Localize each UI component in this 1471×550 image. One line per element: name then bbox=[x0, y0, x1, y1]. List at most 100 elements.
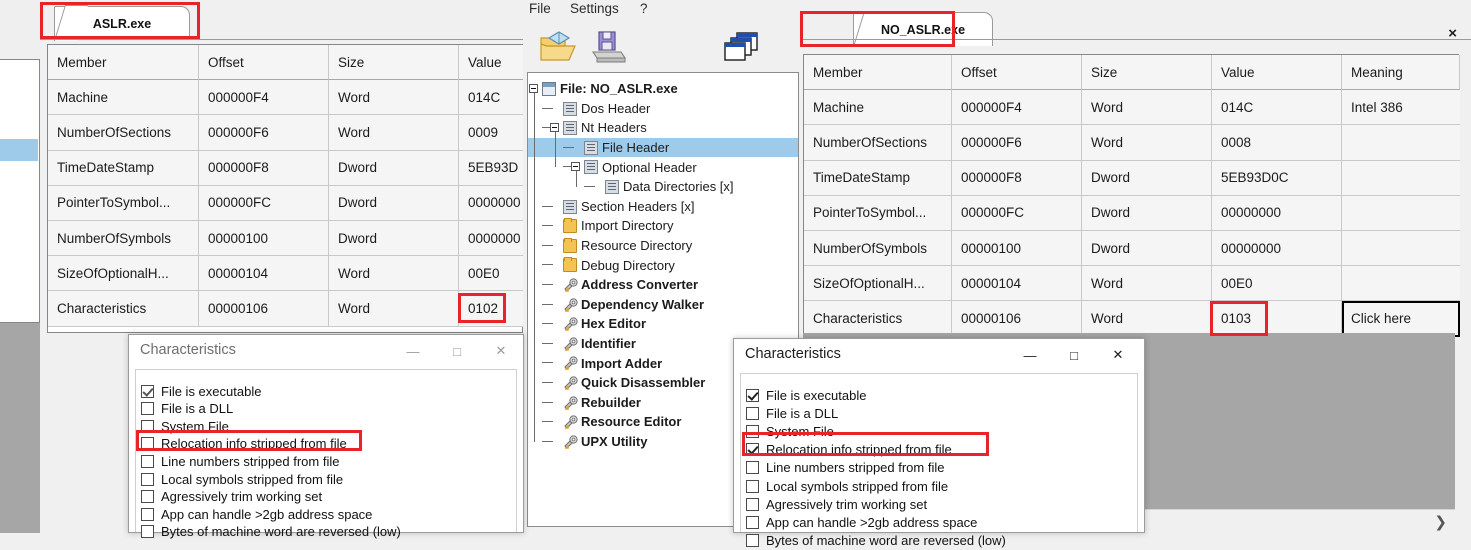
checkbox-row[interactable]: File is a DLL bbox=[746, 404, 838, 422]
table-row[interactable]: SizeOfOptionalH... 00000104 Word 00E0 bbox=[804, 266, 1460, 302]
left-table-cell-member[interactable]: Machine bbox=[48, 80, 199, 116]
table-row[interactable]: Machine 000000F4 Word 014C bbox=[48, 80, 524, 116]
table-row[interactable]: TimeDateStamp 000000F8 Dword 5EB93D0C bbox=[804, 160, 1460, 196]
right-table-col-header[interactable]: Offset bbox=[952, 55, 1082, 91]
table-row[interactable]: NumberOfSymbols 00000100 Dword 00000000 bbox=[804, 231, 1460, 267]
right-table-cell-offset[interactable]: 000000F8 bbox=[952, 160, 1082, 196]
menu-file[interactable]: File bbox=[529, 1, 551, 16]
left-table-cell-offset[interactable]: 00000104 bbox=[199, 256, 329, 292]
tree-item-dos-header[interactable]: Dos Header bbox=[528, 99, 798, 119]
right-table-cell-size[interactable]: Word bbox=[1082, 301, 1212, 337]
left-partial-tree-panel[interactable] bbox=[0, 59, 40, 323]
left-table-cell-member[interactable]: SizeOfOptionalH... bbox=[48, 256, 199, 292]
left-table-col-header[interactable]: Offset bbox=[199, 45, 329, 81]
table-row[interactable]: NumberOfSymbols 00000100 Dword 0000000 bbox=[48, 221, 524, 257]
left-table-cell-value[interactable]: 0000000 bbox=[459, 185, 524, 221]
checkbox-unchecked-icon[interactable] bbox=[141, 472, 154, 486]
menu-help[interactable]: ? bbox=[640, 1, 648, 16]
checkbox-unchecked-icon[interactable] bbox=[746, 406, 759, 420]
table-row[interactable]: NumberOfSections 000000F6 Word 0008 bbox=[804, 125, 1460, 161]
right-table-cell-member[interactable]: PointerToSymbol... bbox=[804, 195, 952, 231]
checkbox-row[interactable]: App can handle >2gb address space bbox=[746, 513, 977, 531]
checkbox-unchecked-icon[interactable] bbox=[141, 490, 154, 504]
table-row[interactable]: Machine 000000F4 Word 014C Intel 386 bbox=[804, 90, 1460, 126]
right-table-cell-size[interactable]: Dword bbox=[1082, 231, 1212, 267]
left-table-cell-value[interactable]: 0000000 bbox=[459, 221, 524, 257]
tree-item-nt-headers[interactable]: Nt Headers bbox=[528, 118, 798, 138]
right-table-cell-value[interactable]: 014C bbox=[1212, 90, 1342, 126]
tree-item-hex-editor[interactable]: Hex Editor bbox=[528, 314, 798, 334]
checkbox-row[interactable]: Agressively trim working set bbox=[746, 495, 927, 513]
right-table-col-header[interactable]: Value bbox=[1212, 55, 1342, 91]
right-table-cell-meaning[interactable] bbox=[1342, 160, 1460, 196]
dialog-titlebar[interactable]: Characteristics — □ ✕ bbox=[129, 335, 523, 368]
checkbox-unchecked-icon[interactable] bbox=[746, 534, 759, 548]
right-table-cell-value[interactable]: 00E0 bbox=[1212, 266, 1342, 302]
table-row[interactable]: Characteristics 00000106 Word 0102 bbox=[48, 291, 524, 327]
right-table-cell-meaning[interactable] bbox=[1342, 125, 1460, 161]
save-file-icon[interactable] bbox=[589, 30, 627, 64]
checkbox-unchecked-icon[interactable] bbox=[746, 497, 759, 511]
right-table-cell-size[interactable]: Dword bbox=[1082, 160, 1212, 196]
left-table-cell-size[interactable]: Word bbox=[329, 80, 459, 116]
table-row[interactable]: SizeOfOptionalH... 00000104 Word 00E0 bbox=[48, 256, 524, 292]
checkbox-unchecked-icon[interactable] bbox=[141, 437, 154, 451]
checkbox-row[interactable]: System File bbox=[141, 417, 229, 435]
minimize-icon[interactable]: — bbox=[391, 335, 435, 367]
tree-item-address-converter[interactable]: Address Converter bbox=[528, 275, 798, 295]
checkbox-row[interactable]: Local symbols stripped from file bbox=[746, 477, 948, 495]
close-icon[interactable]: × bbox=[1448, 26, 1457, 41]
compare-files-icon[interactable] bbox=[723, 30, 763, 64]
right-table-cell-meaning[interactable] bbox=[1342, 266, 1460, 302]
checkbox-row[interactable]: Relocation info stripped from file bbox=[141, 435, 347, 453]
right-table-cell-member[interactable]: NumberOfSections bbox=[804, 125, 952, 161]
checkbox-unchecked-icon[interactable] bbox=[141, 507, 154, 521]
left-table-cell-offset[interactable]: 000000FC bbox=[199, 185, 329, 221]
right-table-cell-meaning[interactable]: Intel 386 bbox=[1342, 90, 1460, 126]
tree-item-section-headers-x[interactable]: Section Headers [x] bbox=[528, 197, 798, 217]
checkbox-row[interactable]: Line numbers stripped from file bbox=[141, 452, 339, 470]
dialog-titlebar[interactable]: Characteristics — □ ✕ bbox=[734, 339, 1144, 372]
tree-collapse-icon[interactable] bbox=[529, 84, 538, 93]
left-file-header-table[interactable]: Member Offset Size Value Machine 000000F4 Word… bbox=[47, 44, 524, 333]
left-table-cell-offset[interactable]: 000000F6 bbox=[199, 115, 329, 151]
right-table-cell-offset[interactable]: 000000FC bbox=[952, 195, 1082, 231]
left-table-cell-offset[interactable]: 000000F8 bbox=[199, 150, 329, 186]
checkbox-row[interactable]: File is executable bbox=[746, 386, 866, 404]
left-table-cell-value[interactable]: 00E0 bbox=[459, 256, 524, 292]
table-row[interactable]: TimeDateStamp 000000F8 Dword 5EB93D bbox=[48, 150, 524, 186]
checkbox-row[interactable]: Bytes of machine word are reversed (low) bbox=[746, 532, 1006, 550]
tab-aslr-exe[interactable]: ASLR.exe bbox=[54, 5, 190, 41]
left-table-col-header[interactable]: Value bbox=[459, 45, 524, 81]
left-table-cell-value[interactable]: 0102 bbox=[459, 291, 524, 327]
checkbox-row[interactable]: Local symbols stripped from file bbox=[141, 470, 343, 488]
open-file-icon[interactable] bbox=[537, 30, 579, 64]
right-table-cell-value[interactable]: 5EB93D0C bbox=[1212, 160, 1342, 196]
right-table-cell-member[interactable]: SizeOfOptionalH... bbox=[804, 266, 952, 302]
left-table-cell-value[interactable]: 5EB93D bbox=[459, 150, 524, 186]
left-table-cell-size[interactable]: Word bbox=[329, 115, 459, 151]
left-table-cell-offset[interactable]: 00000106 bbox=[199, 291, 329, 327]
tree-item-dependency-walker[interactable]: Dependency Walker bbox=[528, 295, 798, 315]
left-partial-tree-selected-row[interactable] bbox=[0, 139, 38, 161]
checkbox-row[interactable]: Agressively trim working set bbox=[141, 488, 322, 506]
right-table-cell-member[interactable]: Characteristics bbox=[804, 301, 952, 337]
right-table-cell-value[interactable]: 0103 bbox=[1212, 301, 1342, 337]
left-table-cell-value[interactable]: 014C bbox=[459, 80, 524, 116]
table-row[interactable]: PointerToSymbol... 000000FC Dword 00000000 bbox=[804, 195, 1460, 231]
minimize-icon[interactable]: — bbox=[1008, 339, 1052, 371]
checkbox-unchecked-icon[interactable] bbox=[746, 479, 759, 493]
right-table-cell-size[interactable]: Dword bbox=[1082, 195, 1212, 231]
checkbox-row[interactable]: App can handle >2gb address space bbox=[141, 505, 372, 523]
left-table-cell-value[interactable]: 0009 bbox=[459, 115, 524, 151]
checkbox-row[interactable]: Relocation info stripped from file bbox=[746, 441, 952, 459]
right-table-cell-offset[interactable]: 000000F4 bbox=[952, 90, 1082, 126]
checkbox-row[interactable]: File is a DLL bbox=[141, 400, 233, 418]
right-table-cell-offset[interactable]: 00000100 bbox=[952, 231, 1082, 267]
right-table-cell-offset[interactable]: 00000106 bbox=[952, 301, 1082, 337]
left-table-cell-member[interactable]: NumberOfSections bbox=[48, 115, 199, 151]
right-table-col-header[interactable]: Meaning bbox=[1342, 55, 1460, 91]
left-table-cell-offset[interactable]: 000000F4 bbox=[199, 80, 329, 116]
checkbox-row[interactable]: System File bbox=[746, 422, 834, 440]
tree-item-file-no-aslr-exe[interactable]: File: NO_ASLR.exe bbox=[528, 79, 798, 99]
